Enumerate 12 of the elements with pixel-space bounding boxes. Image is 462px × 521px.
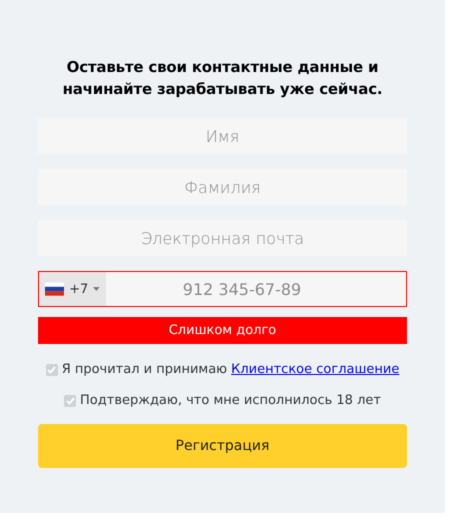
text-field[interactable]: Электронная почта (38, 220, 407, 256)
agreement-text: Подтверждаю, что мне исполнилось 18 лет (80, 393, 381, 408)
caret-icon (93, 287, 100, 291)
phone-field[interactable]: +7 912 345-67-89 (38, 271, 407, 307)
flag-icon (45, 282, 64, 296)
text-field[interactable]: Фамилия (38, 169, 407, 205)
register-button[interactable]: Регистрация (38, 424, 407, 468)
error-message: Слишком долго (38, 317, 407, 344)
text-field[interactable]: Имя (38, 118, 407, 154)
country-selector[interactable]: +7 (39, 272, 106, 306)
form-heading: Оставьте свои контактные данные и начинайте зарабатывать уже сейчас. (62, 57, 384, 100)
agreement-text: Я прочитал и принимаю (62, 362, 228, 377)
